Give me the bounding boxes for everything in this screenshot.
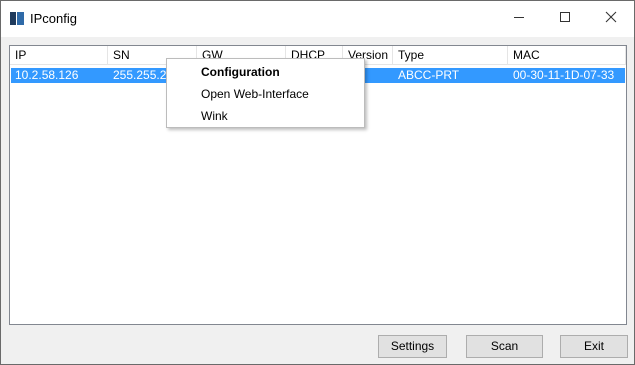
cell-type: ABCC-PRT [398,68,460,82]
settings-button[interactable]: Settings [378,335,447,358]
column-header-mac[interactable]: MAC [508,46,626,64]
menu-item-configuration[interactable]: Configuration [167,61,364,83]
menu-item-open-web-interface[interactable]: Open Web-Interface [167,83,364,105]
minimize-icon [514,16,524,18]
cell-mac: 00-30-11-1D-07-33 [513,68,615,82]
column-header-type[interactable]: Type [393,46,508,64]
cell-ip: 10.2.58.126 [15,68,79,82]
title-bar[interactable]: IPconfig [1,1,634,37]
minimize-button[interactable] [496,1,542,33]
ipconfig-window: IPconfig IP SN GW DHCP Version Type MAC … [0,0,635,365]
context-menu: Configuration Open Web-Interface Wink [166,58,365,128]
maximize-icon [560,12,570,22]
menu-item-wink[interactable]: Wink [167,105,364,127]
close-button[interactable] [588,1,634,33]
ipconfig-app-icon [10,12,24,25]
column-header-ip[interactable]: IP [10,46,108,64]
window-title: IPconfig [30,11,77,26]
exit-button[interactable]: Exit [560,335,628,358]
scan-button[interactable]: Scan [466,335,543,358]
close-icon [605,11,617,23]
maximize-button[interactable] [542,1,588,33]
